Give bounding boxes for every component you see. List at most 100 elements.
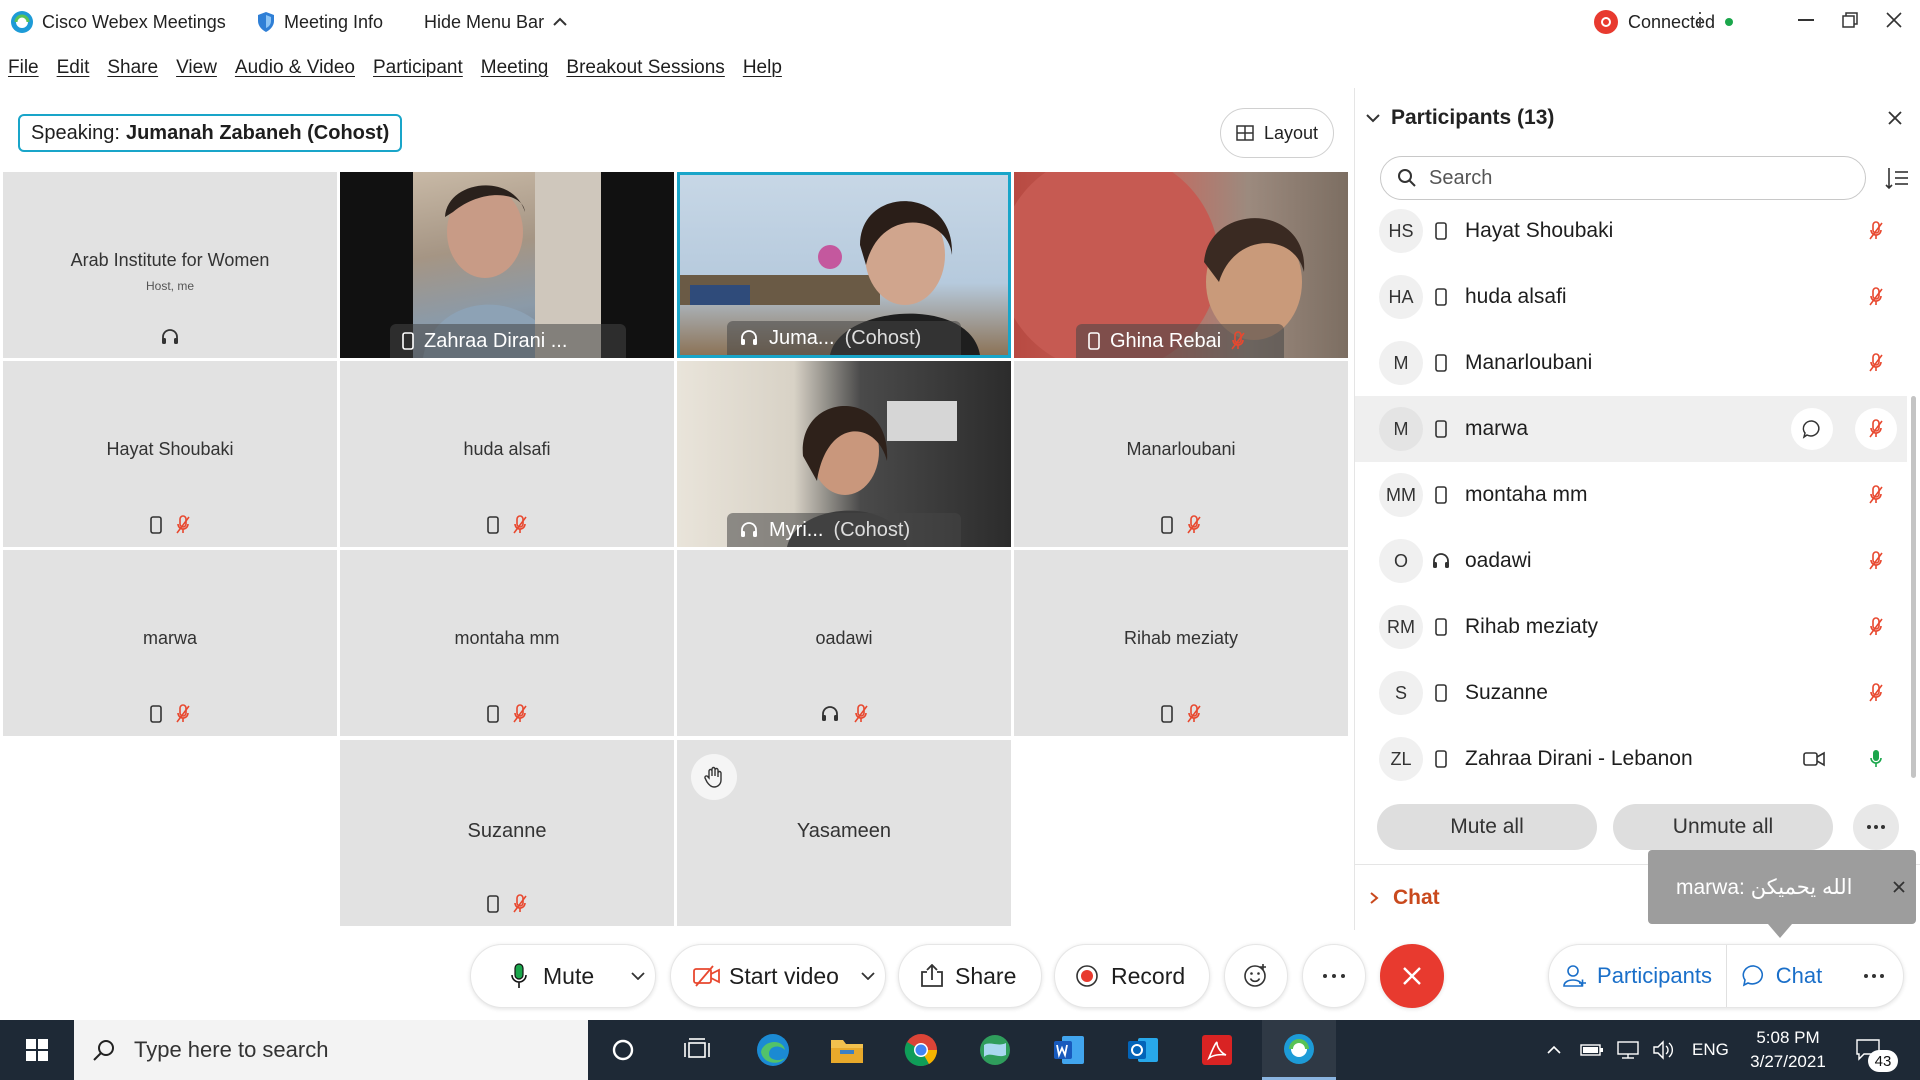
headset-icon: [160, 328, 180, 346]
participants-toggle-button[interactable]: Participants: [1549, 945, 1727, 1007]
participants-toggle-label: Participants: [1597, 963, 1712, 988]
raise-hand-icon: [691, 754, 737, 800]
hide-menu-bar-button[interactable]: Hide Menu Bar: [424, 0, 568, 44]
video-tile-zahraa[interactable]: Zahraa Dirani ...: [340, 172, 674, 358]
close-panel-icon[interactable]: [1887, 110, 1903, 126]
taskbar-file-explorer[interactable]: [810, 1020, 884, 1080]
mic-muted-icon[interactable]: [1869, 221, 1883, 241]
participant-list-scrollbar[interactable]: [1911, 396, 1916, 778]
chat-bubble-icon: [1742, 964, 1766, 988]
video-tile-manar[interactable]: Manarloubani: [1014, 361, 1348, 547]
tile-name: Yasameen: [796, 820, 892, 842]
taskbar-chrome[interactable]: [884, 1020, 958, 1080]
video-tile-jumanah[interactable]: Juma... (Cohost): [677, 172, 1011, 358]
end-meeting-button[interactable]: [1380, 944, 1444, 1008]
menu-audio-video[interactable]: Audio & Video: [235, 57, 355, 79]
taskbar-outlook[interactable]: [1106, 1020, 1180, 1080]
chevron-down-icon[interactable]: [861, 972, 875, 980]
clock[interactable]: 5:08 PM 3/27/2021: [1748, 1020, 1828, 1080]
menu-view[interactable]: View: [176, 57, 217, 79]
mic-muted-icon[interactable]: [1869, 683, 1883, 703]
meeting-info-button[interactable]: Meeting Info: [256, 0, 383, 44]
mic-muted-icon[interactable]: [1855, 408, 1897, 450]
menu-share[interactable]: Share: [107, 57, 158, 79]
video-tile-suzanne[interactable]: Suzanne: [340, 740, 674, 926]
participant-row[interactable]: HS Hayat Shoubaki: [1355, 198, 1907, 264]
taskbar-acrobat[interactable]: [1180, 1020, 1254, 1080]
menu-help[interactable]: Help: [743, 57, 782, 79]
menu-breakout-sessions[interactable]: Breakout Sessions: [566, 57, 724, 79]
menu-edit[interactable]: Edit: [57, 57, 90, 79]
video-tile-yasameen[interactable]: Yasameen: [677, 740, 1011, 926]
taskbar-webex[interactable]: [1262, 1020, 1336, 1080]
cortana-button[interactable]: [586, 1020, 660, 1080]
menu-participant[interactable]: Participant: [373, 57, 463, 79]
shield-icon: [256, 11, 276, 33]
chevron-down-icon: [1365, 113, 1381, 123]
video-tile-huda[interactable]: huda alsafi: [340, 361, 674, 547]
panel-header[interactable]: Participants (13): [1365, 106, 1554, 130]
share-button[interactable]: Share: [898, 944, 1042, 1008]
mic-muted-icon[interactable]: [1869, 551, 1883, 571]
layout-button[interactable]: Layout: [1220, 108, 1334, 158]
sort-icon[interactable]: [1885, 166, 1909, 190]
volume-icon[interactable]: [1652, 1020, 1676, 1080]
video-tile-oadawi[interactable]: oadawi: [677, 550, 1011, 736]
mute-all-button[interactable]: Mute all: [1377, 804, 1597, 850]
participant-row[interactable]: HA huda alsafi: [1355, 264, 1907, 330]
taskbar-maps-app[interactable]: [958, 1020, 1032, 1080]
participant-row[interactable]: ZL Zahraa Dirani - Lebanon: [1355, 726, 1907, 792]
video-tile-marwa[interactable]: marwa: [3, 550, 337, 736]
participant-row[interactable]: MM montaha mm: [1355, 462, 1907, 528]
battery-icon[interactable]: [1580, 1020, 1604, 1080]
chevron-down-icon[interactable]: [631, 972, 645, 980]
mic-muted-icon[interactable]: [1869, 485, 1883, 505]
chat-bubble-icon[interactable]: [1791, 408, 1833, 450]
video-tile-hayat[interactable]: Hayat Shoubaki: [3, 361, 337, 547]
start-button[interactable]: [0, 1020, 74, 1080]
notification-center-button[interactable]: 43: [1856, 1020, 1898, 1080]
phone-icon: [1161, 516, 1173, 534]
more-panels-button[interactable]: [1849, 945, 1899, 1007]
task-view-button[interactable]: [660, 1020, 734, 1080]
participant-row[interactable]: O oadawi: [1355, 528, 1907, 594]
menu-file[interactable]: File: [8, 57, 39, 79]
avatar: M: [1379, 407, 1423, 451]
taskbar-search-input[interactable]: Type here to search: [74, 1020, 588, 1080]
close-window-button[interactable]: [1866, 0, 1920, 40]
reactions-button[interactable]: [1224, 944, 1288, 1008]
taskbar-edge[interactable]: [736, 1020, 810, 1080]
chat-notification-toast[interactable]: marwa: الله يحميكن: [1648, 850, 1916, 924]
more-actions-button[interactable]: [1302, 944, 1366, 1008]
language-indicator[interactable]: ENG: [1692, 1020, 1729, 1080]
unmute-all-button[interactable]: Unmute all: [1613, 804, 1833, 850]
video-tile-montaha[interactable]: montaha mm: [340, 550, 674, 736]
participant-search-input[interactable]: Search: [1380, 156, 1866, 200]
record-button[interactable]: Record: [1054, 944, 1210, 1008]
mic-muted-icon[interactable]: [1869, 617, 1883, 637]
more-options-button[interactable]: [1853, 804, 1899, 850]
participant-row[interactable]: S Suzanne: [1355, 660, 1907, 726]
participant-row[interactable]: M Manarloubani: [1355, 330, 1907, 396]
menu-meeting[interactable]: Meeting: [481, 57, 549, 79]
show-hidden-icons[interactable]: [1546, 1020, 1562, 1080]
video-tile-rihab[interactable]: Rihab meziaty: [1014, 550, 1348, 736]
video-tile-myri[interactable]: Myri... (Cohost): [677, 361, 1011, 547]
mic-muted-icon[interactable]: [1869, 353, 1883, 373]
taskbar-word[interactable]: [1032, 1020, 1106, 1080]
start-video-button[interactable]: Start video: [670, 944, 886, 1008]
mic-active-icon[interactable]: [1869, 749, 1883, 769]
mic-muted-icon[interactable]: [1869, 287, 1883, 307]
chat-toggle-button[interactable]: Chat: [1727, 945, 1837, 1007]
ellipsis-icon: [1323, 974, 1345, 978]
participant-row-hovered[interactable]: M marwa: [1355, 396, 1907, 462]
participant-name: marwa: [1465, 417, 1529, 440]
panel-toggle-group: Participants Chat: [1548, 944, 1904, 1008]
info-icon[interactable]: [1672, 0, 1728, 40]
mute-button[interactable]: Mute: [470, 944, 656, 1008]
participant-row[interactable]: RM Rihab meziaty: [1355, 594, 1907, 660]
video-tile-ghina[interactable]: Ghina Rebai: [1014, 172, 1348, 358]
video-tile-host[interactable]: Arab Institute for Women Host, me: [3, 172, 337, 358]
close-toast-icon[interactable]: [1892, 880, 1906, 894]
network-icon[interactable]: [1616, 1020, 1640, 1080]
